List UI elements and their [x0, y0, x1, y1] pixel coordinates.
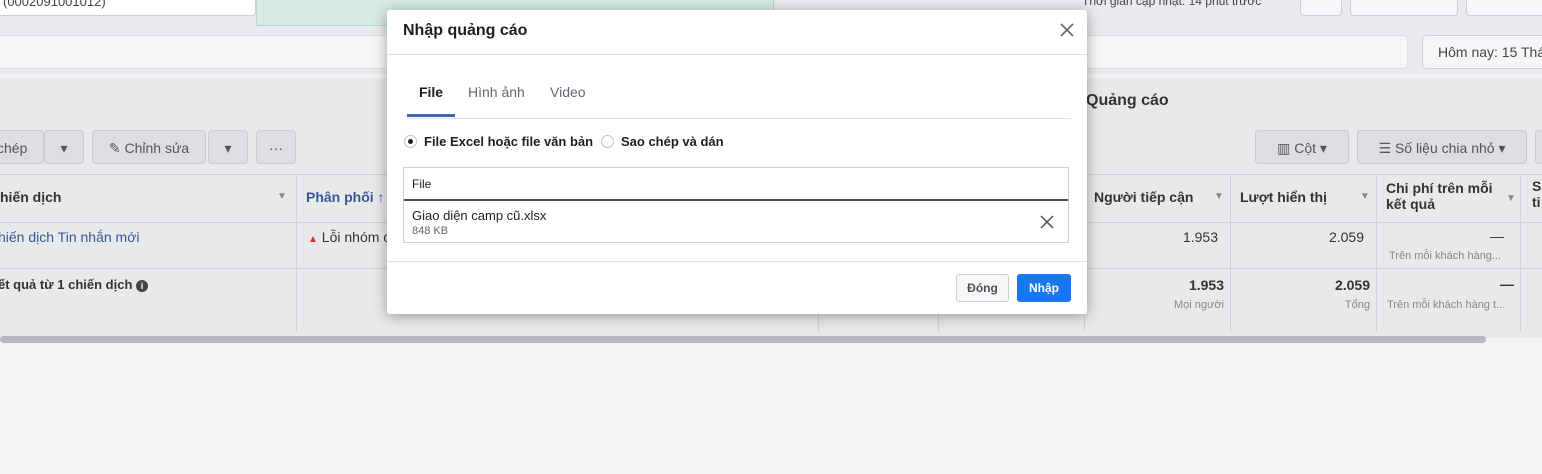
tab-file[interactable]: File	[407, 80, 455, 117]
option-label: Sao chép và dán	[621, 134, 724, 149]
close-icon[interactable]	[1057, 20, 1077, 40]
tab-video[interactable]: Video	[550, 80, 586, 117]
import-button[interactable]: Nhập	[1017, 274, 1071, 302]
footer-divider	[387, 261, 1087, 262]
file-upload-field[interactable]: File Giao diện camp cũ.xlsx 848 KB	[403, 167, 1069, 243]
radio-button[interactable]	[404, 135, 417, 148]
header-divider	[387, 54, 1087, 55]
dialog-title: Nhập quảng cáo	[403, 22, 528, 39]
close-button[interactable]: Đóng	[956, 274, 1009, 302]
file-field-underline	[404, 199, 1068, 201]
option-label: File Excel hoặc file văn bản	[424, 134, 594, 149]
uploaded-file-name: Giao diện camp cũ.xlsx	[412, 208, 547, 223]
option-excel-file[interactable]: File Excel hoặc file văn bản	[404, 134, 593, 149]
import-ads-dialog: Nhập quảng cáo File Hình ảnh Video File …	[387, 10, 1087, 314]
tab-images[interactable]: Hình ảnh	[468, 80, 525, 117]
option-copy-paste[interactable]: Sao chép và dán	[601, 134, 724, 149]
remove-file-icon[interactable]	[1039, 214, 1055, 230]
radio-button[interactable]	[601, 135, 614, 148]
import-tabs: File Hình ảnh Video	[407, 80, 1071, 119]
uploaded-file-size: 848 KB	[412, 225, 449, 237]
file-field-label: File	[412, 177, 432, 191]
